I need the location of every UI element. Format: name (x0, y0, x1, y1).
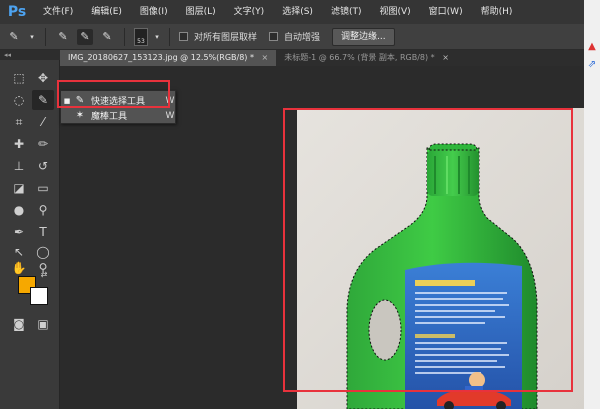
tool-flyout-menu: ■ ✎ 快速选择工具 W ✶ 魔棒工具 W (60, 90, 176, 124)
eraser-tool-icon[interactable]: ◪ (8, 178, 30, 198)
tab-close-icon[interactable]: × (262, 53, 269, 62)
gradient-tool-icon[interactable]: ▭ (32, 178, 54, 198)
photoshop-window: Ps 文件(F) 编辑(E) 图像(I) 图层(L) 文字(Y) 选择(S) 滤… (0, 0, 600, 409)
document-canvas-photo[interactable] (297, 108, 584, 409)
auto-enhance-label: 自动增强 (284, 33, 321, 43)
flyout-item-magic-wand[interactable]: ✶ 魔棒工具 W (61, 108, 177, 123)
flyout-item-label: 快速选择工具 (91, 97, 146, 107)
tab-untitled-1[interactable]: 未标题-1 @ 66.7% (背景 副本, RGB/8) * × (276, 50, 457, 66)
sample-all-layers-checkbox[interactable] (179, 32, 188, 41)
move-tool-icon[interactable]: ✥ (32, 68, 54, 88)
refine-edge-button[interactable]: 调整边缘... (332, 27, 395, 46)
flyout-current-bullet: ■ (63, 96, 71, 105)
magic-wand-icon: ✶ (75, 110, 85, 121)
brush-size-picker[interactable]: 53 (134, 27, 148, 46)
quick-selection-icon: ✎ (75, 95, 85, 106)
background-color-swatch[interactable] (30, 287, 48, 305)
menu-select[interactable]: 选择(S) (273, 0, 322, 24)
flyout-item-label: 魔棒工具 (91, 112, 128, 122)
eyedropper-tool-icon[interactable]: ⁄ (32, 112, 54, 132)
flyout-shortcut-key: W (165, 110, 175, 121)
tab-label: 未标题-1 @ 66.7% (背景 副本, RGB/8) * (284, 53, 435, 62)
options-divider (169, 27, 170, 46)
subtract-selection-brush-icon[interactable]: ✎ (99, 29, 115, 45)
history-brush-tool-icon[interactable]: ↺ (32, 156, 54, 176)
menu-filter[interactable]: 滤镜(T) (322, 0, 371, 24)
new-selection-brush-icon[interactable]: ✎ (55, 29, 71, 45)
right-edge-strip: ▲ ⇗ (584, 0, 600, 409)
options-bar: ✎ ▾ ✎ ✎ ✎ 53 ▾ 对所有图层取样 自动增强 调整边缘... (0, 24, 584, 50)
marquee-tool-icon[interactable]: ⬚ (8, 68, 30, 88)
crop-tool-icon[interactable]: ⌗ (8, 112, 30, 132)
brush-tool-icon[interactable]: ✏ (32, 134, 54, 154)
tool-preset-brush-icon[interactable]: ✎ (6, 29, 22, 45)
document-tab-bar: IMG_20180627_153123.jpg @ 12.5%(RGB/8) *… (60, 50, 584, 66)
menu-file[interactable]: 文件(F) (34, 0, 82, 24)
clone-stamp-tool-icon[interactable]: ⊥ (8, 156, 30, 176)
quick-mask-icon[interactable]: ◙ (8, 314, 30, 334)
preset-dropdown-chevron-icon[interactable]: ▾ (28, 29, 36, 45)
flyout-shortcut-key: W (165, 95, 175, 106)
screen-mode-icon[interactable]: ▣ (32, 314, 54, 334)
menu-bar: Ps 文件(F) 编辑(E) 图像(I) 图层(L) 文字(Y) 选择(S) 滤… (0, 0, 584, 24)
flyout-item-quick-selection[interactable]: ■ ✎ 快速选择工具 W (61, 93, 177, 108)
auto-enhance-checkbox[interactable] (269, 32, 279, 41)
menu-edit[interactable]: 编辑(E) (82, 0, 131, 24)
menu-layer[interactable]: 图层(L) (177, 0, 225, 24)
warning-icon[interactable]: ▲ (586, 40, 598, 52)
menu-help[interactable]: 帮助(H) (472, 0, 522, 24)
type-tool-icon[interactable]: T (32, 222, 54, 242)
dodge-tool-icon[interactable]: ⚲ (32, 200, 54, 220)
swap-colors-icon[interactable]: ⇄ (38, 268, 50, 280)
pen-tool-icon[interactable]: ✒ (8, 222, 30, 242)
add-selection-brush-icon[interactable]: ✎ (77, 28, 93, 45)
toolbox-panel: ⬚ ✥ ◌ ✎ ⌗ ⁄ ✚ ✏ ⊥ ↺ ◪ ▭ ● ⚲ ✒ T ↖ ◯ ✋ ⚲ … (0, 60, 60, 409)
brush-size-chevron-icon[interactable]: ▾ (154, 29, 160, 45)
ps-logo: Ps (7, 4, 27, 20)
menu-window[interactable]: 窗口(W) (420, 0, 472, 24)
blur-tool-icon[interactable]: ● (8, 200, 30, 220)
menu-view[interactable]: 视图(V) (370, 0, 419, 24)
tab-label: IMG_20180627_153123.jpg @ 12.5%(RGB/8) * (68, 53, 254, 62)
toolbox-collapse[interactable]: ◂◂ (0, 50, 60, 60)
options-divider (45, 27, 46, 46)
bottle-photo (297, 108, 584, 409)
options-divider (124, 27, 125, 46)
healing-brush-tool-icon[interactable]: ✚ (8, 134, 30, 154)
share-icon[interactable]: ⇗ (586, 58, 598, 70)
hand-tool-icon[interactable]: ✋ (8, 258, 30, 278)
lasso-tool-icon[interactable]: ◌ (8, 90, 30, 110)
menu-image[interactable]: 图像(I) (131, 0, 177, 24)
menu-type[interactable]: 文字(Y) (225, 0, 274, 24)
quick-selection-tool-icon[interactable]: ✎ (32, 90, 54, 110)
sample-all-layers-label: 对所有图层取样 (194, 33, 258, 43)
tab-close-icon[interactable]: × (442, 53, 449, 62)
tab-img-20180627[interactable]: IMG_20180627_153123.jpg @ 12.5%(RGB/8) *… (60, 50, 277, 66)
